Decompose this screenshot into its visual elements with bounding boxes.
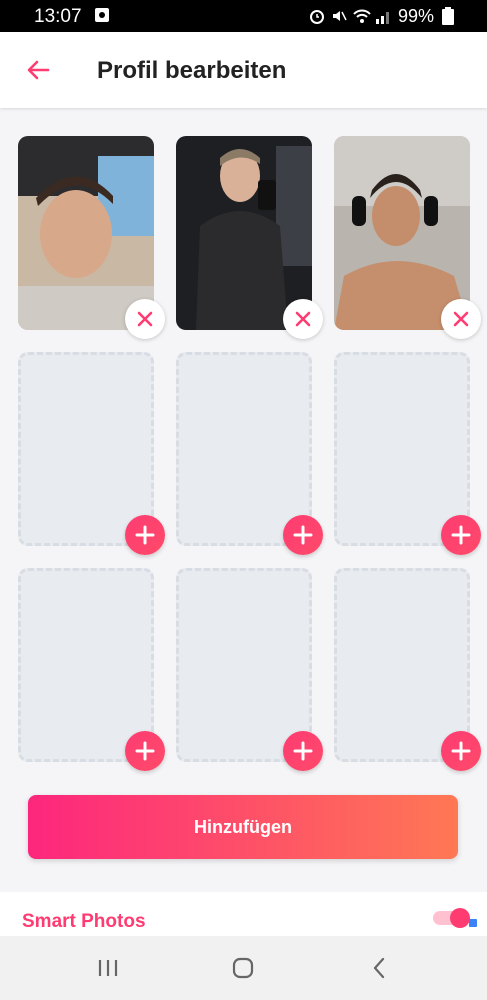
remove-photo-button[interactable] [283,299,323,339]
smart-photos-toggle[interactable] [433,907,477,929]
smart-photos-label: Smart Photos [22,911,146,932]
wifi-icon [352,7,372,30]
battery-percentage: 99% [398,6,435,26]
close-icon [137,311,153,327]
plus-icon [451,741,471,761]
remove-photo-button[interactable] [125,299,165,339]
page-title: Profil bearbeiten [97,57,287,84]
status-time: 13:07 [34,6,82,27]
app-bar: Profil bearbeiten [0,32,487,108]
add-media-button[interactable]: Hinzufügen [28,795,458,859]
system-nav-bar [0,936,487,1000]
remove-photo-button[interactable] [441,299,481,339]
add-photo-button[interactable] [441,731,481,771]
status-bar: 13:07 99% [0,0,487,32]
close-icon [295,311,311,327]
plus-icon [293,525,313,545]
arrow-left-icon[interactable] [24,56,52,84]
signal-icon [375,7,393,30]
battery-icon [442,7,454,30]
home-icon[interactable] [231,956,255,985]
plus-icon [135,741,155,761]
recent-apps-icon[interactable] [96,956,120,985]
notification-icon [94,7,110,28]
smart-photos-row: Smart Photos [0,892,487,936]
alarm-icon [308,7,326,30]
add-photo-button[interactable] [283,731,323,771]
plus-icon [293,741,313,761]
add-photo-button[interactable] [441,515,481,555]
plus-icon [135,525,155,545]
add-photo-button[interactable] [283,515,323,555]
plus-icon [451,525,471,545]
add-photo-button[interactable] [125,515,165,555]
mute-icon [330,7,348,30]
close-icon [453,311,469,327]
add-photo-button[interactable] [125,731,165,771]
back-nav-icon[interactable] [368,956,392,985]
